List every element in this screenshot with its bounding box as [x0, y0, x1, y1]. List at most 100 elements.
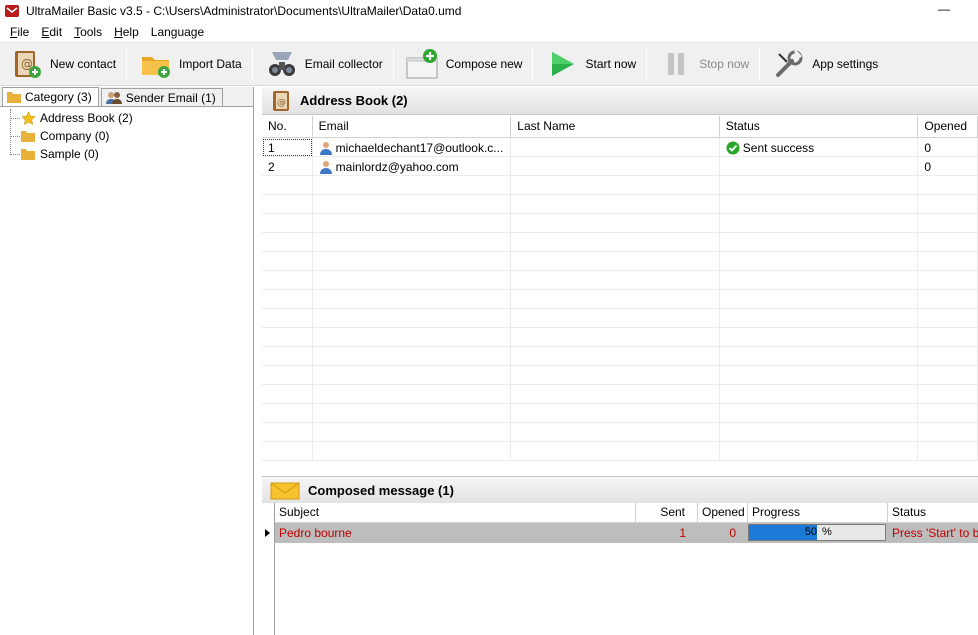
- toolbar: @ New contact Import Data Email collecto…: [0, 42, 978, 86]
- minimize-button[interactable]: —: [938, 2, 952, 16]
- composed-message-title: Composed message (1): [308, 482, 454, 498]
- toolbar-separator: [532, 48, 534, 80]
- new-contact-button[interactable]: @ New contact: [0, 44, 124, 84]
- column-header-opened[interactable]: Opened: [918, 116, 978, 138]
- empty-cell: [262, 423, 313, 442]
- table-row[interactable]: 1 michaeldechant17@outlook.c... Sent suc…: [262, 138, 978, 157]
- contact-icon: [319, 141, 332, 155]
- app-settings-button[interactable]: App settings: [762, 44, 886, 84]
- check-circle-icon: [726, 141, 740, 154]
- empty-table-row: [262, 423, 978, 442]
- empty-cell: [720, 328, 919, 347]
- empty-cell: [511, 328, 720, 347]
- start-now-button[interactable]: Start now: [535, 44, 644, 84]
- cell-sent: 1: [679, 526, 686, 540]
- menu-tools[interactable]: Tools: [68, 25, 108, 39]
- empty-cell: [313, 233, 512, 252]
- tab-category[interactable]: Category (3): [2, 87, 99, 106]
- table-row[interactable]: 2 mainlordz@yahoo.com 0: [262, 157, 978, 176]
- left-tabs: Category (3) Sender Email (1): [0, 87, 253, 107]
- empty-cell: [720, 252, 919, 271]
- empty-table-row: [262, 347, 978, 366]
- empty-table-row: [262, 176, 978, 195]
- menu-bar: File Edit Tools Help Language: [0, 22, 978, 42]
- empty-table-row: [262, 366, 978, 385]
- empty-cell: [720, 309, 919, 328]
- empty-table-row: [262, 385, 978, 404]
- import-data-button[interactable]: Import Data: [129, 44, 250, 84]
- column-header-email[interactable]: Email: [313, 116, 512, 138]
- toolbar-separator: [126, 48, 128, 80]
- empty-cell: [313, 404, 512, 423]
- compose-new-button[interactable]: Compose new: [396, 44, 531, 84]
- message-row[interactable]: Pedro bourne 1 0 50 % Press 'Start' to b: [275, 523, 978, 543]
- cell-email-text: michaeldechant17@outlook.c...: [335, 140, 504, 155]
- empty-cell: [720, 423, 919, 442]
- tab-sender-email[interactable]: Sender Email (1): [100, 88, 223, 106]
- column-header-sent[interactable]: Sent: [636, 503, 698, 523]
- cell-email: mainlordz@yahoo.com: [313, 157, 512, 176]
- empty-cell: [511, 366, 720, 385]
- empty-cell: [720, 404, 919, 423]
- empty-table-row: [262, 309, 978, 328]
- email-collector-button[interactable]: Email collector: [255, 44, 391, 84]
- empty-cell: [918, 328, 978, 347]
- tree-item-sample[interactable]: Sample (0): [0, 145, 253, 163]
- empty-table-row: [262, 214, 978, 233]
- empty-cell: [262, 328, 313, 347]
- tree-item-company[interactable]: Company (0): [0, 127, 253, 145]
- column-header-status[interactable]: Status: [720, 116, 919, 138]
- tree-item-label: Sample (0): [40, 147, 99, 161]
- svg-text:@: @: [277, 98, 286, 108]
- empty-cell: [262, 214, 313, 233]
- empty-cell: [918, 195, 978, 214]
- empty-cell: [511, 442, 720, 461]
- current-row-arrow-icon: [265, 529, 270, 537]
- empty-cell: [720, 233, 919, 252]
- menu-help[interactable]: Help: [108, 25, 145, 39]
- empty-cell: [720, 214, 919, 233]
- empty-cell: [511, 309, 720, 328]
- empty-cell: [918, 309, 978, 328]
- column-header-last-name[interactable]: Last Name: [511, 116, 720, 138]
- toolbar-separator: [646, 48, 648, 80]
- empty-cell: [511, 347, 720, 366]
- column-header-no[interactable]: No.: [262, 116, 313, 138]
- cell-subject: Pedro bourne: [279, 526, 352, 540]
- empty-table-row: [262, 271, 978, 290]
- empty-cell: [511, 423, 720, 442]
- cell-status-text: Sent success: [742, 140, 815, 155]
- menu-file[interactable]: File: [4, 25, 35, 39]
- compose-icon: [406, 47, 440, 81]
- column-header-status[interactable]: Status: [888, 503, 978, 523]
- empty-cell: [720, 366, 919, 385]
- empty-cell: [918, 366, 978, 385]
- empty-cell: [313, 271, 512, 290]
- folder-icon: [20, 128, 36, 144]
- empty-cell: [918, 423, 978, 442]
- menu-edit[interactable]: Edit: [35, 25, 68, 39]
- empty-cell: [918, 233, 978, 252]
- composed-grid: Subject Sent Opened Progress Status Pedr…: [262, 503, 978, 635]
- empty-table-row: [262, 328, 978, 347]
- cell-no: 1: [262, 138, 313, 157]
- toolbar-separator: [392, 48, 394, 80]
- column-header-progress[interactable]: Progress: [748, 503, 888, 523]
- empty-cell: [511, 214, 720, 233]
- empty-cell: [262, 176, 313, 195]
- stop-now-button[interactable]: Stop now: [649, 44, 757, 84]
- empty-cell: [720, 385, 919, 404]
- column-header-opened[interactable]: Opened: [698, 503, 748, 523]
- folder-icon: [20, 146, 36, 162]
- tree-item-address-book[interactable]: Address Book (2): [0, 109, 253, 127]
- menu-language[interactable]: Language: [145, 25, 210, 39]
- left-panel: Category (3) Sender Email (1) Address Bo…: [0, 87, 254, 635]
- empty-cell: [511, 233, 720, 252]
- empty-cell: [313, 442, 512, 461]
- cell-no: 2: [262, 157, 313, 176]
- empty-cell: [262, 347, 313, 366]
- envelope-icon: [270, 482, 300, 500]
- empty-cell: [313, 290, 512, 309]
- column-header-subject[interactable]: Subject: [275, 503, 636, 523]
- email-collector-label: Email collector: [304, 57, 383, 71]
